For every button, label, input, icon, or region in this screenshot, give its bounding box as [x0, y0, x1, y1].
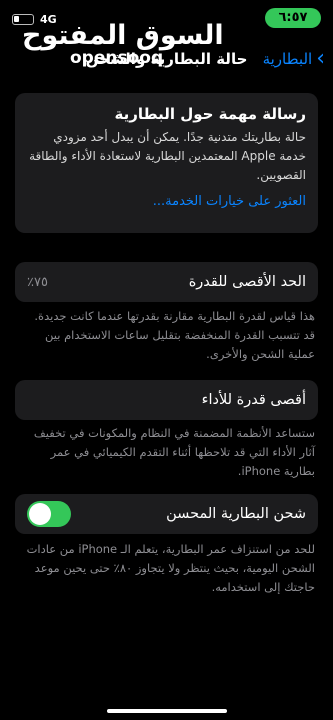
peak-performance-footer: ستساعد الأنظمة المضمنة في النظام والمكون…	[33, 426, 315, 478]
optimized-charging-label: شحن البطارية المحسن	[166, 506, 306, 522]
home-indicator[interactable]	[107, 709, 227, 713]
status-time: ٦:٥٧	[265, 8, 321, 28]
optimized-charging-row: شحن البطارية المحسن	[15, 494, 318, 534]
optimized-charging-footer: للحد من استنزاف عمر البطارية، يتعلم الـ …	[26, 542, 315, 594]
optimized-charging-toggle[interactable]	[27, 501, 71, 527]
message-body: حالة بطاريتك متدنية جدًا. يمكن أن يبدل أ…	[29, 130, 306, 182]
message-title: رسالة مهمة حول البطارية	[114, 105, 307, 123]
max-capacity-row: الحد الأقصى للقدرة ٧٥٪	[15, 262, 318, 302]
battery-icon	[12, 14, 34, 25]
page-title: حالة البطارية والشحن	[85, 50, 248, 68]
peak-performance-label: أقصى قدرة للأداء	[201, 392, 306, 408]
status-bar: 4G ٦:٥٧	[0, 0, 333, 40]
navigation-bar: › البطارية حالة البطارية والشحن	[0, 40, 333, 80]
max-capacity-value: ٧٥٪	[27, 274, 48, 290]
battery-message-card: رسالة مهمة حول البطارية حالة بطاريتك متد…	[15, 93, 318, 233]
max-capacity-label: الحد الأقصى للقدرة	[188, 274, 306, 290]
service-options-link[interactable]: العثور على خيارات الخدمة...	[27, 194, 306, 209]
max-capacity-footer: هذا قياس لقدرة البطارية مقارنة بقدرتها ع…	[34, 309, 315, 361]
network-label: 4G	[40, 13, 57, 26]
peak-performance-row: أقصى قدرة للأداء	[15, 380, 318, 420]
